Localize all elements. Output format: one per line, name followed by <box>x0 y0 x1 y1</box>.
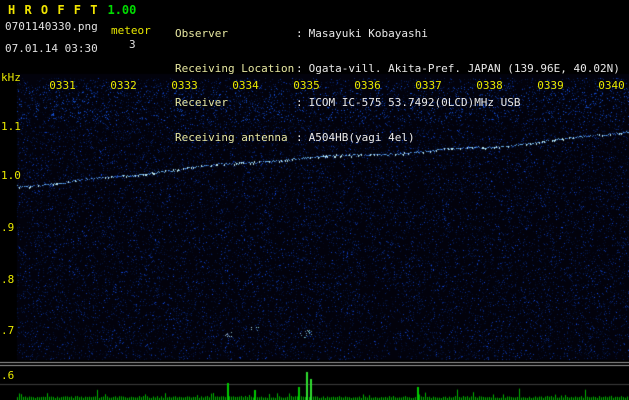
info-colon: : <box>296 61 303 75</box>
info-value: Masayuki Kobayashi <box>308 27 428 40</box>
freq-tick: 1.0 <box>1 169 21 182</box>
freq-axis-unit: kHz <box>1 71 21 84</box>
app-logo-text: H R O F F T <box>8 3 99 17</box>
output-filename: 0701140330.png <box>5 20 98 33</box>
info-row-observer: Observer: Masayuki Kobayashi <box>175 28 620 40</box>
info-value: A504HB(yagi 4el) <box>308 130 415 144</box>
info-label: Receiving Location <box>175 61 295 75</box>
freq-tick: .9 <box>1 221 15 234</box>
freq-tick: 1.1 <box>1 120 21 133</box>
mode-label: meteor <box>111 24 151 37</box>
freq-tick: .8 <box>1 273 15 286</box>
time-tick: 0335 <box>293 79 320 92</box>
hrofft-window: H R O F F T 1.00 0701140330.png meteor 3 … <box>0 0 629 400</box>
time-tick: 0331 <box>49 79 76 92</box>
info-row-location: Receiving Location: Ogata-vill. Akita-Pre… <box>175 61 620 75</box>
time-tick: 0332 <box>110 79 137 92</box>
time-tick: 0339 <box>537 79 564 92</box>
time-tick: 0338 <box>476 79 503 92</box>
info-row-receiver: Receiver: ICOM IC-575 53.7492(0LCD)MHz US… <box>175 97 620 109</box>
info-label: Observer <box>175 27 228 40</box>
info-label: Receiver <box>175 96 228 109</box>
time-tick: 0337 <box>415 79 442 92</box>
time-tick: 0334 <box>232 79 259 92</box>
info-value: Ogata-vill. Akita-Pref. JAPAN (139.96E, … <box>308 61 620 75</box>
info-label: Receiving antenna <box>175 130 288 144</box>
app-title: H R O F F T 1.00 <box>8 3 136 17</box>
app-version: 1.00 <box>107 3 137 17</box>
time-tick: 0336 <box>354 79 381 92</box>
info-colon: : <box>296 27 303 40</box>
meteor-count: 3 <box>129 38 136 51</box>
freq-tick: .6 <box>1 369 15 382</box>
info-colon: : <box>296 130 303 144</box>
capture-timestamp: 07.01.14 03:30 <box>5 42 98 55</box>
info-colon: : <box>296 96 303 109</box>
freq-tick: .7 <box>1 324 15 337</box>
info-row-antenna: Receiving antenna: A504HB(yagi 4el) <box>175 130 620 144</box>
info-value: ICOM IC-575 53.7492(0LCD)MHz USB <box>308 96 521 109</box>
time-tick: 0340 <box>598 79 625 92</box>
time-tick: 0333 <box>171 79 198 92</box>
